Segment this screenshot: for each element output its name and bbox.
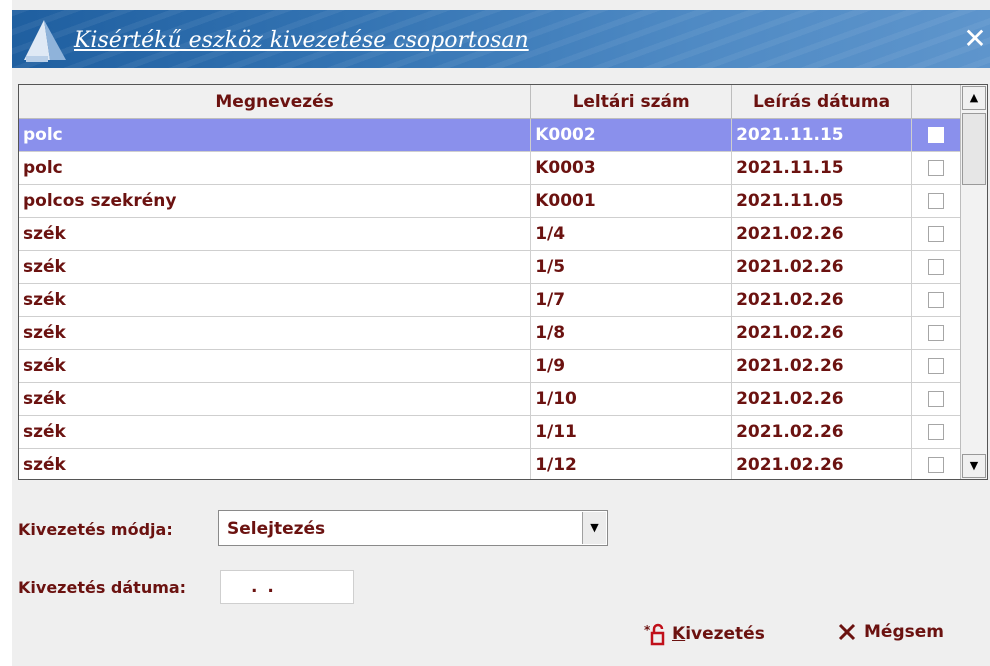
- table-row[interactable]: polc K0003 2021.11.15: [19, 151, 961, 185]
- row-checkbox[interactable]: [928, 193, 944, 209]
- cell-name: szék: [19, 217, 532, 251]
- cell-inventory-number: K0003: [530, 151, 733, 185]
- cell-name: szék: [19, 349, 532, 383]
- app-logo-icon: [24, 20, 66, 62]
- mode-label: Kivezetés módja:: [18, 520, 173, 539]
- row-checkbox[interactable]: [928, 160, 944, 176]
- table-row[interactable]: szék 1/5 2021.02.26: [19, 250, 961, 284]
- cell-writeoff-date: 2021.02.26: [731, 316, 912, 350]
- scrollbar-thumb[interactable]: [962, 113, 986, 185]
- cell-writeoff-date: 2021.02.26: [731, 382, 912, 416]
- row-checkbox[interactable]: [928, 226, 944, 242]
- table-row[interactable]: polcos szekrény K0001 2021.11.05: [19, 184, 961, 218]
- table-row[interactable]: szék 1/10 2021.02.26: [19, 382, 961, 416]
- cell-select: [911, 250, 961, 284]
- cell-name: polc: [19, 151, 532, 185]
- cell-name: szék: [19, 250, 532, 284]
- column-header-writeoff-date[interactable]: Leírás dátuma: [731, 85, 912, 119]
- row-checkbox[interactable]: [928, 457, 944, 473]
- cell-name: szék: [19, 382, 532, 416]
- cell-writeoff-date: 2021.11.15: [731, 118, 912, 152]
- cell-writeoff-date: 2021.02.26: [731, 349, 912, 383]
- cell-select: [911, 118, 961, 152]
- cell-writeoff-date: 2021.02.26: [731, 415, 912, 449]
- cell-writeoff-date: 2021.02.26: [731, 283, 912, 317]
- cell-select: [911, 382, 961, 416]
- cell-select: [911, 316, 961, 350]
- vertical-scrollbar[interactable]: ▲ ▼: [960, 85, 987, 479]
- table-row[interactable]: szék 1/9 2021.02.26: [19, 349, 961, 383]
- table-row[interactable]: szék 1/4 2021.02.26: [19, 217, 961, 251]
- row-checkbox[interactable]: [928, 325, 944, 341]
- cell-inventory-number: 1/9: [530, 349, 733, 383]
- cell-writeoff-date: 2021.02.26: [731, 448, 912, 479]
- row-checkbox[interactable]: [928, 259, 944, 275]
- cell-name: polc: [19, 118, 532, 152]
- cell-select: [911, 217, 961, 251]
- x-icon: [838, 623, 856, 641]
- cell-select: [911, 184, 961, 218]
- mode-select-value: Selejtezés: [227, 519, 326, 539]
- mode-select[interactable]: Selejtezés ▼: [218, 510, 608, 546]
- cell-inventory-number: K0002: [530, 118, 733, 152]
- table-row[interactable]: polc K0002 2021.11.15: [19, 118, 961, 152]
- cell-name: polcos szekrény: [19, 184, 532, 218]
- column-header-inventory-number[interactable]: Leltári szám: [530, 85, 733, 119]
- items-grid: Megnevezés Leltári szám Leírás dátuma po…: [18, 84, 988, 480]
- cell-select: [911, 448, 961, 479]
- cell-name: szék: [19, 283, 532, 317]
- row-checkbox[interactable]: [928, 391, 944, 407]
- table-row[interactable]: szék 1/11 2021.02.26: [19, 415, 961, 449]
- arrow-down-icon[interactable]: ▼: [962, 454, 986, 478]
- cell-writeoff-date: 2021.02.26: [731, 250, 912, 284]
- cell-select: [911, 349, 961, 383]
- cell-select: [911, 151, 961, 185]
- cell-name: szék: [19, 316, 532, 350]
- arrow-down-icon[interactable]: ▼: [582, 512, 606, 544]
- kivezetes-button[interactable]: * Kivezetés: [644, 622, 765, 646]
- cell-writeoff-date: 2021.11.15: [731, 151, 912, 185]
- window-title: Kisértékű eszköz kivezetése csoportosan: [74, 28, 529, 53]
- table-row[interactable]: szék 1/8 2021.02.26: [19, 316, 961, 350]
- date-label: Kivezetés dátuma:: [18, 578, 187, 597]
- title-bar[interactable]: Kisértékű eszköz kivezetése csoportosan …: [12, 10, 990, 68]
- cancel-button[interactable]: Mégsem: [838, 622, 944, 642]
- cell-name: szék: [19, 415, 532, 449]
- table-row[interactable]: szék 1/12 2021.02.26: [19, 448, 961, 479]
- cell-select: [911, 415, 961, 449]
- cell-inventory-number: 1/11: [530, 415, 733, 449]
- cell-inventory-number: 1/12: [530, 448, 733, 479]
- row-checkbox[interactable]: [928, 127, 944, 143]
- arrow-up-icon[interactable]: ▲: [962, 86, 986, 110]
- column-header-name[interactable]: Megnevezés: [19, 85, 532, 119]
- dialog-window: Kisértékű eszköz kivezetése csoportosan …: [12, 0, 990, 666]
- row-checkbox[interactable]: [928, 292, 944, 308]
- cell-writeoff-date: 2021.02.26: [731, 217, 912, 251]
- cell-inventory-number: 1/7: [530, 283, 733, 317]
- row-checkbox[interactable]: [928, 358, 944, 374]
- row-checkbox[interactable]: [928, 424, 944, 440]
- kivezetes-label: ivezetés: [685, 624, 765, 644]
- cell-inventory-number: 1/10: [530, 382, 733, 416]
- close-icon[interactable]: ✕: [960, 24, 990, 54]
- cell-inventory-number: 1/4: [530, 217, 733, 251]
- cell-inventory-number: 1/5: [530, 250, 733, 284]
- date-input[interactable]: . .: [220, 570, 354, 604]
- cell-inventory-number: K0001: [530, 184, 733, 218]
- cancel-label: Mégsem: [864, 622, 944, 642]
- cell-writeoff-date: 2021.11.05: [731, 184, 912, 218]
- items-table: Megnevezés Leltári szám Leírás dátuma po…: [19, 85, 961, 479]
- svg-text:*: *: [644, 623, 651, 637]
- cell-select: [911, 283, 961, 317]
- cell-name: szék: [19, 448, 532, 479]
- cell-inventory-number: 1/8: [530, 316, 733, 350]
- date-input-value: . .: [251, 577, 276, 597]
- kivezetes-accel: K: [672, 624, 686, 644]
- unlock-export-icon: *: [644, 623, 665, 646]
- column-header-select[interactable]: [911, 85, 961, 119]
- table-row[interactable]: szék 1/7 2021.02.26: [19, 283, 961, 317]
